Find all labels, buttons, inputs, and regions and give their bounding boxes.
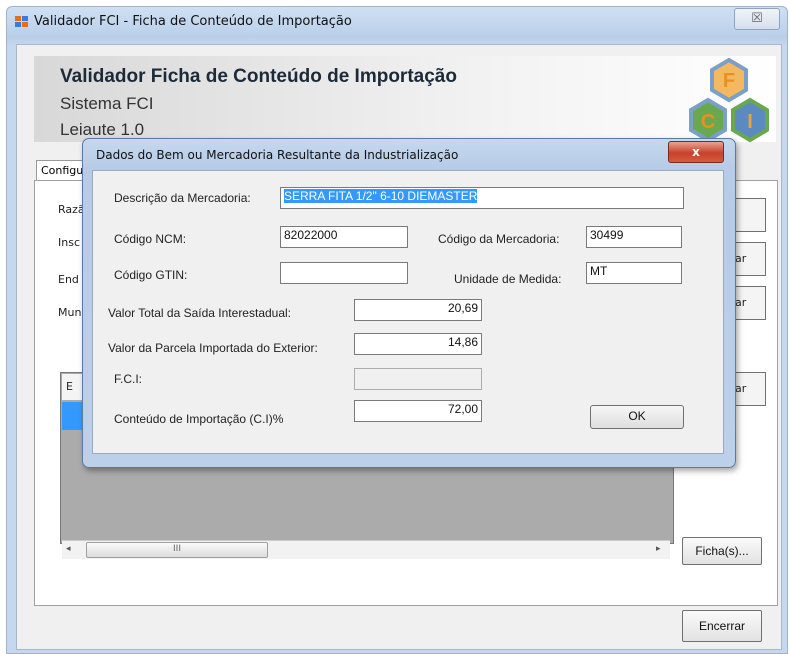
bg-side-button-3[interactable]: ar xyxy=(734,286,766,320)
close-icon: x xyxy=(692,145,700,159)
descricao-label: Descrição da Mercadoria: xyxy=(114,191,251,205)
dialog-title: Dados do Bem ou Mercadoria Resultante da… xyxy=(96,148,459,162)
fci-label: F.C.I: xyxy=(114,372,143,386)
descricao-field[interactable]: SERRA FITA 1/2" 6-10 DIEMASTER xyxy=(280,187,684,209)
valor-total-field[interactable]: 20,69 xyxy=(354,299,482,321)
unidade-medida-label: Unidade de Medida: xyxy=(454,272,562,286)
unidade-medida-field[interactable]: MT xyxy=(586,262,682,284)
conteudo-importacao-field[interactable]: 72,00 xyxy=(354,400,482,422)
valor-parcela-field[interactable]: 14,86 xyxy=(354,333,482,355)
scroll-right-arrow-icon[interactable]: ▸ xyxy=(656,544,661,554)
logo-letter-i: I xyxy=(747,111,753,133)
ncm-field[interactable]: 82022000 xyxy=(280,226,408,248)
valor-total-label: Valor Total da Saída Interestadual: xyxy=(108,306,292,320)
descricao-value: SERRA FITA 1/2" 6-10 DIEMASTER xyxy=(284,189,478,203)
conteudo-importacao-label: Conteúdo de Importação (C.I)% xyxy=(114,412,284,426)
fichas-button[interactable]: Ficha(s)... xyxy=(682,537,762,565)
bg-side-button-2[interactable]: ar xyxy=(734,242,766,276)
gtin-label: Código GTIN: xyxy=(114,268,188,282)
codigo-mercadoria-field[interactable]: 30499 xyxy=(586,226,682,248)
logo-letter-f: F xyxy=(723,70,735,92)
header-layout-version: Leiaute 1.0 xyxy=(60,120,145,139)
logo-letter-c: C xyxy=(701,111,715,133)
header-subtitle: Sistema FCI xyxy=(60,94,154,113)
app-icon xyxy=(15,16,28,27)
encerrar-button[interactable]: Encerrar xyxy=(682,610,762,642)
window-title: Validador FCI - Ficha de Conteúdo de Imp… xyxy=(34,14,352,29)
scroll-thumb[interactable]: III xyxy=(86,542,268,558)
bg-side-button-4[interactable]: ar xyxy=(734,372,766,406)
ncm-label: Código NCM: xyxy=(114,232,187,246)
codigo-mercadoria-label: Código da Mercadoria: xyxy=(438,232,560,246)
scroll-left-arrow-icon[interactable]: ◂ xyxy=(66,544,71,554)
fci-logo: F C I xyxy=(689,58,769,143)
fci-field[interactable] xyxy=(354,368,482,390)
valor-parcela-label: Valor da Parcela Importada do Exterior: xyxy=(108,341,318,355)
dialog-close-button[interactable]: x xyxy=(668,141,724,163)
ok-button[interactable]: OK xyxy=(590,405,684,429)
header-title: Validador Ficha de Conteúdo de Importaçã… xyxy=(60,66,457,87)
window-close-button[interactable]: ☒ xyxy=(734,8,780,30)
gtin-field[interactable] xyxy=(280,262,408,284)
bg-side-button-1[interactable] xyxy=(734,198,766,232)
close-icon: ☒ xyxy=(751,11,763,26)
